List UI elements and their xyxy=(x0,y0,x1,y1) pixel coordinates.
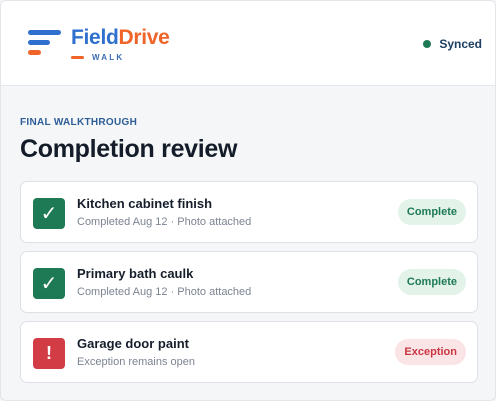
brand-part-1: Field xyxy=(71,26,119,49)
sync-dot-icon xyxy=(423,40,432,48)
sync-status: Synced xyxy=(439,37,482,51)
item-meta: Completed Aug 12 · Photo attached xyxy=(77,286,252,298)
sync-indicator: Synced xyxy=(423,36,482,52)
item-meta: Exception remains open xyxy=(77,356,196,368)
sub-brand-dash xyxy=(71,55,84,59)
item-name: Garage door paint xyxy=(77,336,189,351)
check-icon: ✓ xyxy=(33,268,65,299)
app-frame: FieldDrive WALK Synced FINAL WALKTHROUGH… xyxy=(0,0,496,401)
status-badge: Exception xyxy=(395,339,466,365)
section-eyebrow: FINAL WALKTHROUGH xyxy=(20,117,138,128)
app-header: FieldDrive WALK Synced xyxy=(1,1,495,86)
page-title: Completion review xyxy=(20,135,238,163)
logo-icon xyxy=(28,30,62,56)
walkthrough-item[interactable]: ✓ Primary bath caulk Completed Aug 12 · … xyxy=(20,251,478,313)
item-meta: Completed Aug 12 · Photo attached xyxy=(77,216,252,228)
status-badge: Complete xyxy=(397,199,466,225)
item-name: Kitchen cabinet finish xyxy=(77,196,213,211)
check-icon: ✓ xyxy=(33,198,65,229)
status-badge: Complete xyxy=(397,269,466,295)
sub-brand: WALK xyxy=(71,51,124,63)
sub-brand-label: WALK xyxy=(92,52,125,62)
brand-part-2: Drive xyxy=(118,26,170,49)
item-name: Primary bath caulk xyxy=(77,266,194,281)
exclamation-icon: ! xyxy=(33,338,65,369)
walkthrough-item[interactable]: ! Garage door paint Exception remains op… xyxy=(20,321,478,383)
brand-wordmark: FieldDrive xyxy=(71,25,170,51)
walkthrough-item[interactable]: ✓ Kitchen cabinet finish Completed Aug 1… xyxy=(20,181,478,243)
